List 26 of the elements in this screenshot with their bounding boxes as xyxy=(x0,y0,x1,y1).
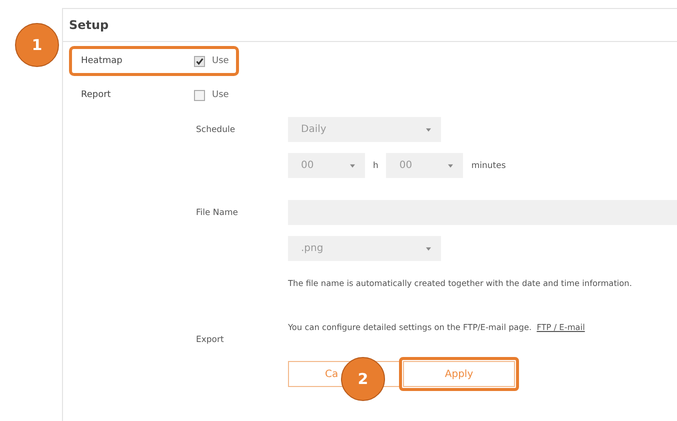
setting-label: Schedule xyxy=(196,124,236,134)
checkbox[interactable] xyxy=(194,56,205,66)
setting-label: File Name xyxy=(196,208,240,218)
help-text: You can configure detailed settings on the FTP/E-mail page. xyxy=(288,322,532,332)
caret-icon xyxy=(350,164,355,168)
format-dropdown[interactable]: .png xyxy=(288,236,441,261)
hour-dropdown[interactable]: 00 xyxy=(288,153,365,178)
help-text: The file name is automatically created together with the date and time information. xyxy=(288,278,632,288)
checkbox-label: Use xyxy=(212,56,229,66)
minute-dropdown[interactable]: 00 xyxy=(386,153,464,178)
unit-label: h xyxy=(373,160,378,170)
frequency-dropdown[interactable]: Daily xyxy=(288,117,441,142)
checkbox-label: Use xyxy=(212,90,229,100)
step-badge: 1 xyxy=(15,23,59,67)
ftp-email-link[interactable]: FTP / E-mail xyxy=(536,322,585,332)
panel-title: Setup xyxy=(69,18,109,32)
setting-label: Export xyxy=(196,335,225,345)
setting-label: Heatmap xyxy=(81,56,124,66)
caret-icon xyxy=(426,246,431,250)
caret-icon xyxy=(448,164,454,168)
step-badge: 2 xyxy=(341,357,385,401)
unit-label: minutes xyxy=(471,160,506,170)
setting-label: Report xyxy=(81,90,112,100)
apply-button[interactable]: Apply xyxy=(403,361,515,387)
checkbox[interactable] xyxy=(194,90,205,100)
caret-icon xyxy=(426,128,431,132)
